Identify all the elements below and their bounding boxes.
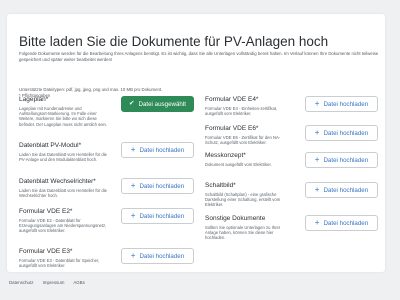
upload-button[interactable]: + Datei hochladen [121,208,194,224]
field-datenblatt-pv-modul: Datenblatt PV-Modul* Laden Sie das Datenb… [19,142,194,182]
upload-button-label: Datei hochladen [323,186,369,194]
field-label: Messkonzept* [205,152,246,159]
plus-icon: + [314,128,320,137]
footer: Datenschutz Impressum AGBs [9,280,93,285]
field-lageplan: Lageplan* Lageplan mit Kundenadresse und … [19,96,194,136]
file-selected-button[interactable]: ✔ Datei ausgewählt [121,96,194,112]
field-label: Datenblatt Wechselrichter* [19,178,96,185]
field-description: Formular VDE E6 - Zertifikat für den NA-… [205,135,281,146]
upload-button[interactable]: + Datei hochladen [305,125,378,141]
field-label: Formular VDE E2* [19,208,73,215]
field-description: Dokument ausgefüllt vom Elektriker. [205,162,272,167]
upload-button[interactable]: + Datei hochladen [305,152,378,168]
plus-icon: + [314,218,320,227]
upload-button[interactable]: + Datei hochladen [305,215,378,231]
upload-button-label: Datei hochladen [139,212,185,220]
field-description: Sollten Sie optionale Unterlagen zu Ihre… [205,225,281,241]
field-label: Formular VDE E4* [205,96,259,103]
field-label: Datenblatt PV-Modul* [19,142,82,149]
upload-button[interactable]: + Datei hochladen [121,248,194,264]
plus-icon: + [314,185,320,194]
plus-icon: + [130,181,136,190]
field-description: Formular VDE E2 - Datenblatt für Erzeugu… [19,218,107,234]
intro-text: Folgende Dokumente werden für die Bearbe… [19,51,379,62]
field-label: Formular VDE E3* [19,248,73,255]
upload-button-label: Datei hochladen [139,252,185,260]
upload-button-label: Datei hochladen [323,129,369,137]
field-description: Schaltbild (Schaltplan) - eine grafische… [205,192,281,208]
page-title: Bitte laden Sie die Dokumente für PV-Anl… [19,34,329,49]
plus-icon: + [130,251,136,260]
check-icon: ✔ [129,99,135,107]
field-description: Laden Sie das Datenblatt vom Hersteller … [19,152,107,163]
field-label: Sonstige Dokumente [205,215,266,222]
upload-button[interactable]: + Datei hochladen [305,182,378,198]
field-label: Lageplan* [19,96,49,103]
field-label: Schaltbild* [205,182,236,189]
upload-button-label: Datei hochladen [139,146,185,154]
field-description: Formular VDE E4 - Einheiten-zertifikat, … [205,106,278,117]
plus-icon: + [130,145,136,154]
footer-link-datenschutz[interactable]: Datenschutz [9,280,33,285]
plus-icon: + [130,211,136,220]
footer-link-agbs[interactable]: AGBs [73,280,84,285]
field-description: Laden Sie das Datenblatt vom Hersteller … [19,188,107,199]
upload-button-label: Datei hochladen [323,219,369,227]
field-sonstige-dokumente: Sonstige Dokumente Sollten Sie optionale … [205,215,378,255]
footer-link-impressum[interactable]: Impressum [43,280,65,285]
plus-icon: + [314,155,320,164]
upload-button-label: Datei hochladen [139,182,185,190]
upload-button[interactable]: + Datei hochladen [305,96,378,112]
field-description: Formular VDE E3 - Datenblatt für Speiche… [19,258,100,269]
upload-button[interactable]: + Datei hochladen [121,178,194,194]
field-description: Lageplan mit Kundenadresse und Aufstellu… [19,106,107,127]
plus-icon: + [314,99,320,108]
upload-button-label: Datei hochladen [323,100,369,108]
upload-button[interactable]: + Datei hochladen [121,142,194,158]
field-label: Formular VDE E6* [205,125,259,132]
upload-button-label: Datei ausgewählt [138,100,186,108]
upload-button-label: Datei hochladen [323,156,369,164]
field-formular-vde-e2: Formular VDE E2* Formular VDE E2 - Datenb… [19,208,194,248]
